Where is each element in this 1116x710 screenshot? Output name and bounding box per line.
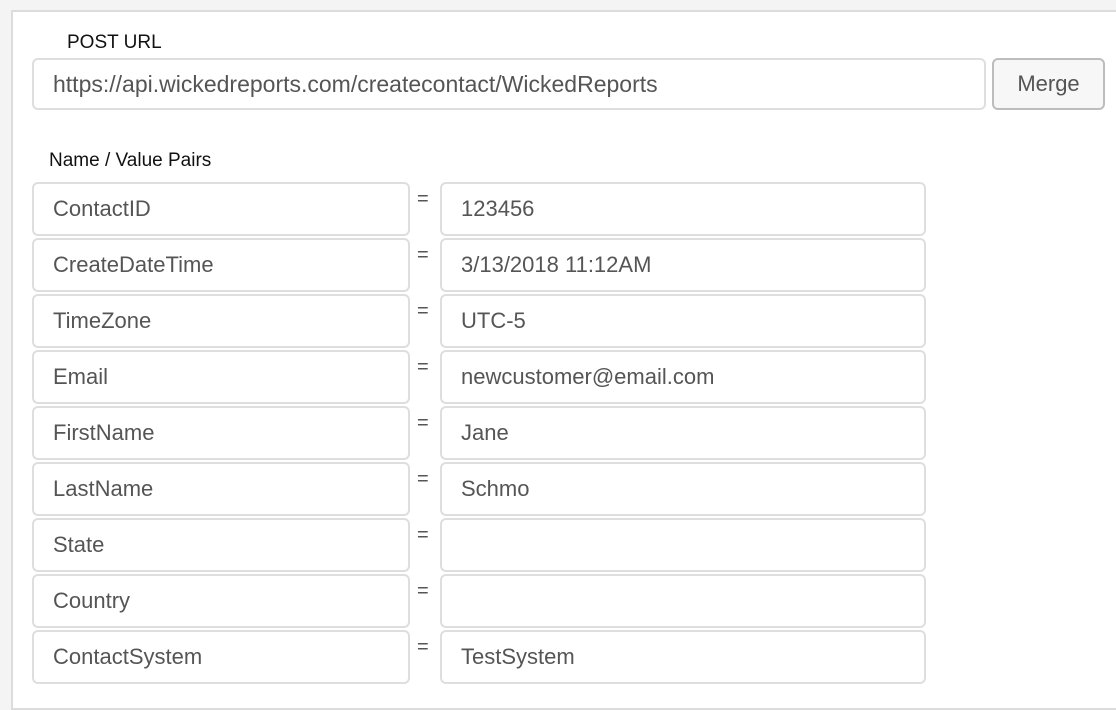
name-value-pairs-label: Name / Value Pairs (49, 150, 212, 171)
pair-name-input[interactable] (32, 294, 410, 348)
pair-value-input[interactable] (440, 294, 926, 348)
pair-value-input[interactable] (440, 574, 926, 628)
pair-name-input[interactable] (32, 518, 410, 572)
equals-sign: = (417, 636, 429, 658)
post-url-label: POST URL (67, 32, 162, 53)
equals-sign: = (417, 244, 429, 266)
pair-name-input[interactable] (32, 574, 410, 628)
pair-name-input[interactable] (32, 406, 410, 460)
pair-name-input[interactable] (32, 630, 410, 684)
equals-sign: = (417, 188, 429, 210)
pair-value-input[interactable] (440, 518, 926, 572)
pair-name-input[interactable] (32, 182, 410, 236)
pair-value-input[interactable] (440, 406, 926, 460)
pair-value-input[interactable] (440, 238, 926, 292)
pair-name-input[interactable] (32, 238, 410, 292)
pair-name-input[interactable] (32, 350, 410, 404)
merge-button[interactable]: Merge (992, 58, 1105, 110)
pair-value-input[interactable] (440, 630, 926, 684)
equals-sign: = (417, 300, 429, 322)
equals-sign: = (417, 356, 429, 378)
equals-sign: = (417, 468, 429, 490)
post-url-input[interactable] (32, 58, 986, 110)
equals-sign: = (417, 412, 429, 434)
pair-value-input[interactable] (440, 182, 926, 236)
pair-value-input[interactable] (440, 462, 926, 516)
equals-sign: = (417, 524, 429, 546)
equals-sign: = (417, 580, 429, 602)
pair-value-input[interactable] (440, 350, 926, 404)
pair-name-input[interactable] (32, 462, 410, 516)
